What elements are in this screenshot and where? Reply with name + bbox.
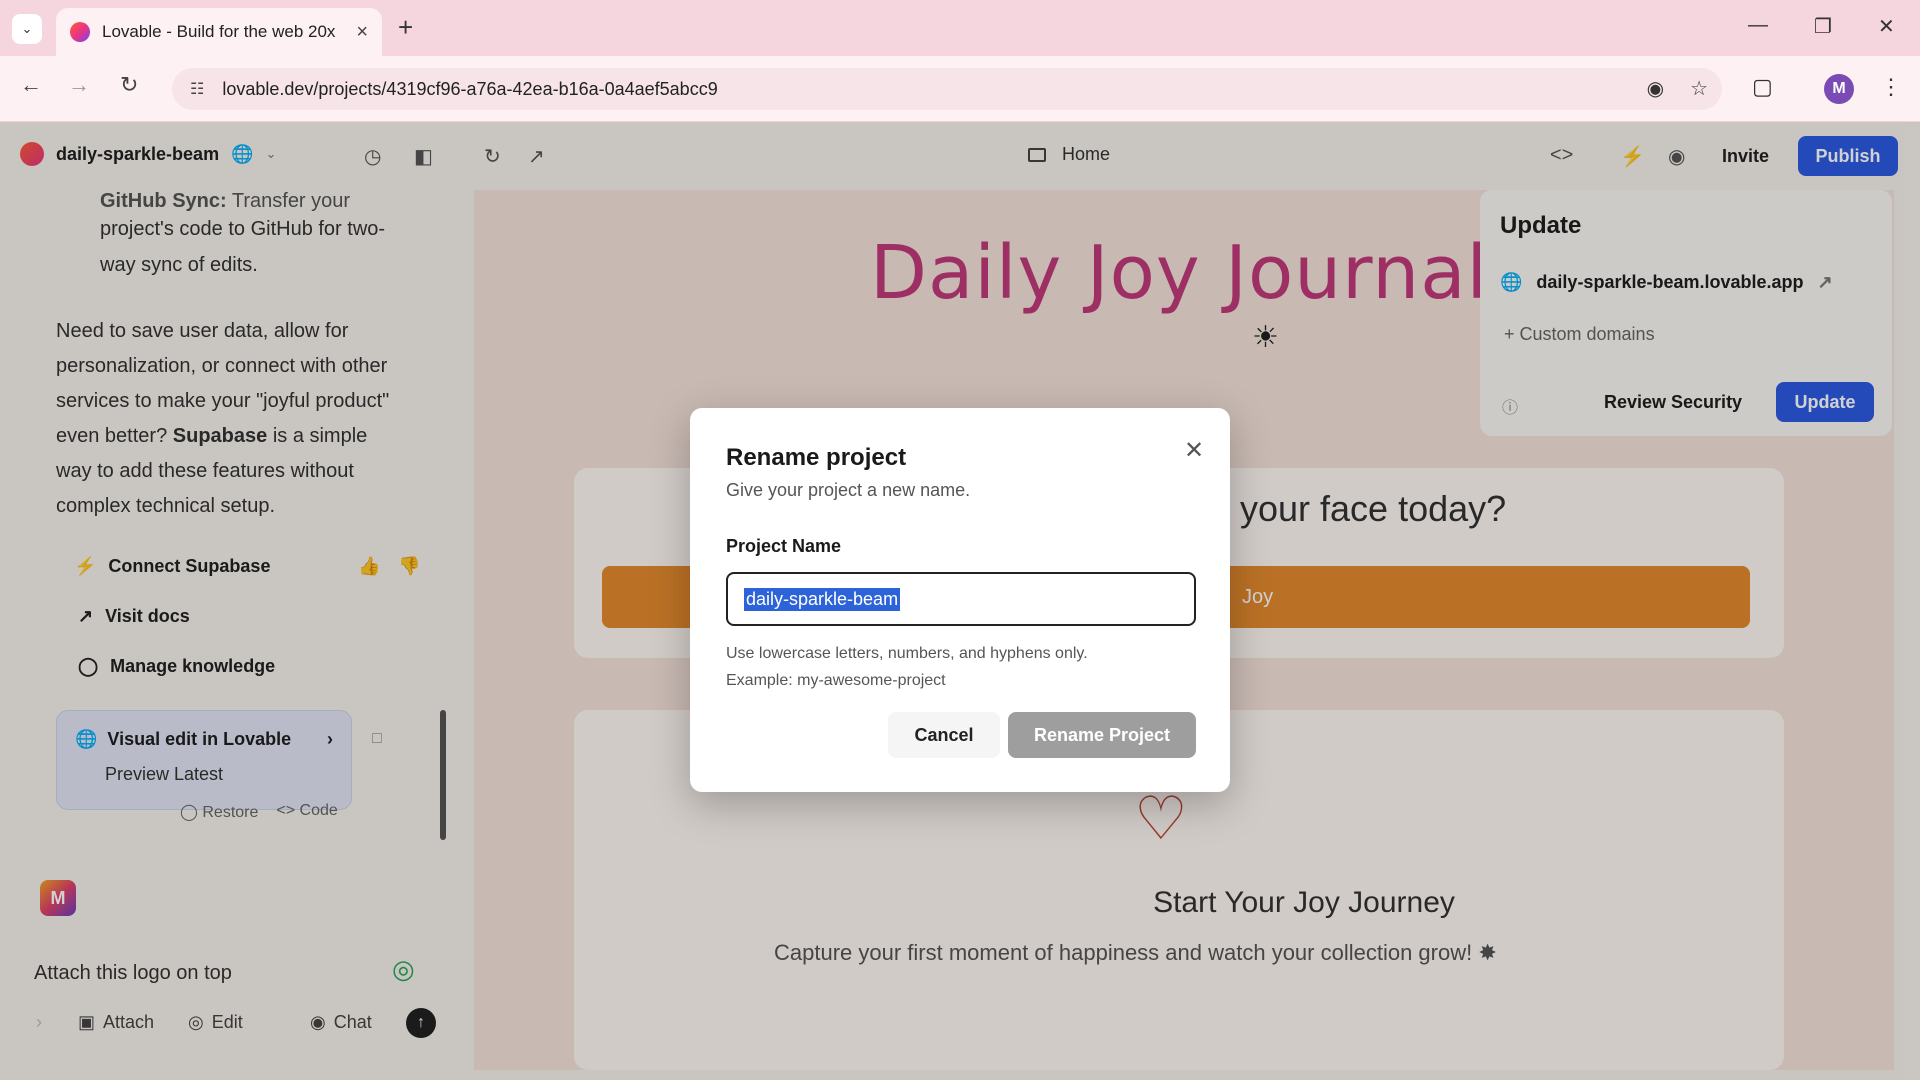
close-icon[interactable]: ✕: [1184, 436, 1204, 465]
tab-close-icon[interactable]: ×: [356, 21, 368, 44]
restore-window-icon[interactable]: ❐: [1814, 14, 1832, 39]
rename-project-dialog: Rename project Give your project a new n…: [690, 408, 1230, 792]
lovable-favicon-icon: [70, 22, 90, 42]
forward-arrow-icon[interactable]: →: [68, 72, 90, 98]
new-tab-plus-icon[interactable]: +: [398, 12, 413, 43]
omnibox[interactable]: ☷ lovable.dev/projects/4319cf96-a76a-42e…: [172, 68, 1722, 110]
address-bar-row: ← → ↻ ☷ lovable.dev/projects/4319cf96-a7…: [0, 56, 1920, 122]
eye-off-icon[interactable]: ◉: [1647, 76, 1664, 101]
rename-project-button[interactable]: Rename Project: [1008, 712, 1196, 758]
dialog-title: Rename project: [726, 444, 907, 471]
site-settings-icon[interactable]: ☷: [190, 79, 204, 99]
project-name-value[interactable]: daily-sparkle-beam: [744, 588, 901, 611]
minimize-icon[interactable]: —: [1748, 14, 1768, 37]
reload-icon[interactable]: ↻: [120, 72, 138, 98]
browser-menu-icon[interactable]: ⋮: [1880, 74, 1902, 100]
browser-tab-bar: ⌄ Lovable - Build for the web 20x × + — …: [0, 0, 1920, 56]
project-name-label: Project Name: [726, 536, 842, 556]
dialog-subtitle: Give your project a new name.: [726, 480, 971, 500]
profile-avatar[interactable]: M: [1824, 74, 1854, 104]
tab-list-chevron-icon[interactable]: ⌄: [12, 14, 42, 44]
close-window-icon[interactable]: ✕: [1878, 14, 1895, 39]
project-name-hint: Use lowercase letters, numbers, and hyph…: [726, 645, 1088, 689]
bookmark-star-icon[interactable]: ☆: [1690, 76, 1708, 101]
extensions-puzzle-icon[interactable]: ▢: [1752, 74, 1773, 100]
url-text[interactable]: lovable.dev/projects/4319cf96-a76a-42ea-…: [222, 79, 717, 100]
tab-title: Lovable - Build for the web 20x: [102, 22, 336, 41]
browser-tab[interactable]: Lovable - Build for the web 20x ×: [56, 8, 382, 56]
cancel-button[interactable]: Cancel: [888, 712, 1000, 758]
back-arrow-icon[interactable]: ←: [20, 72, 42, 98]
